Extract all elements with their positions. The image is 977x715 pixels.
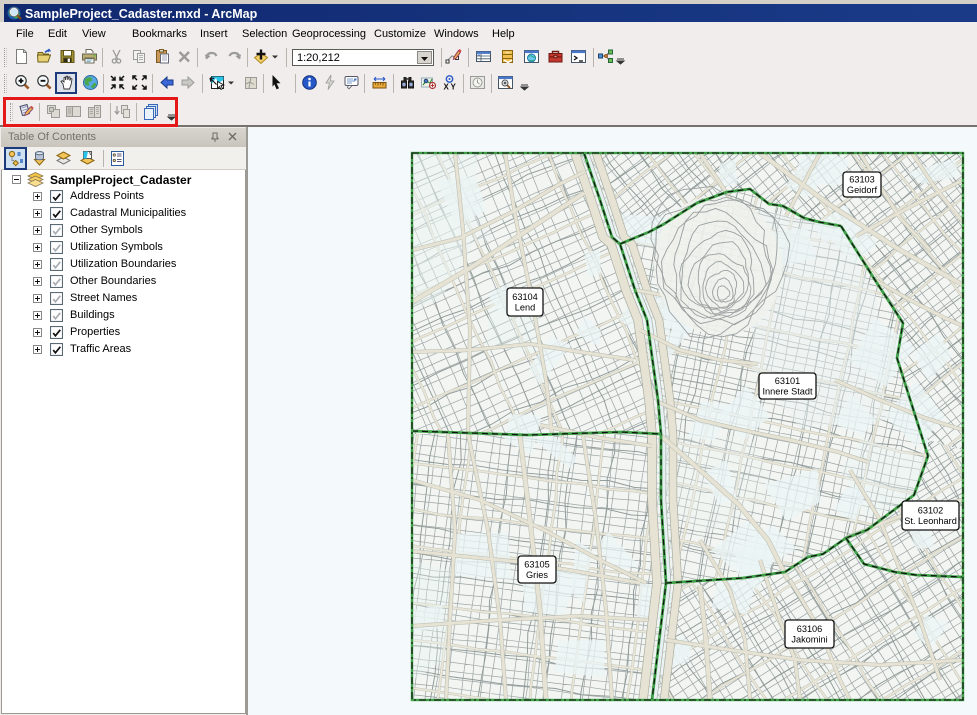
svg-text:Gries: Gries: [526, 570, 548, 580]
svg-text:63106: 63106: [797, 624, 823, 634]
svg-text:Jakomini: Jakomini: [791, 634, 827, 644]
svg-text:63103: 63103: [849, 174, 875, 184]
svg-text:63101: 63101: [775, 376, 801, 386]
svg-text:Y: Y: [451, 83, 457, 92]
svg-text:X: X: [444, 83, 450, 92]
svg-text:Innere Stadt: Innere Stadt: [762, 386, 813, 396]
svg-text:Lend: Lend: [515, 302, 535, 312]
svg-text:63105: 63105: [524, 559, 550, 569]
svg-text:Geidorf: Geidorf: [847, 185, 878, 195]
svg-text:63102: 63102: [918, 505, 944, 515]
svg-text:St. Leonhard: St. Leonhard: [904, 516, 957, 526]
svg-text:63104: 63104: [512, 292, 538, 302]
